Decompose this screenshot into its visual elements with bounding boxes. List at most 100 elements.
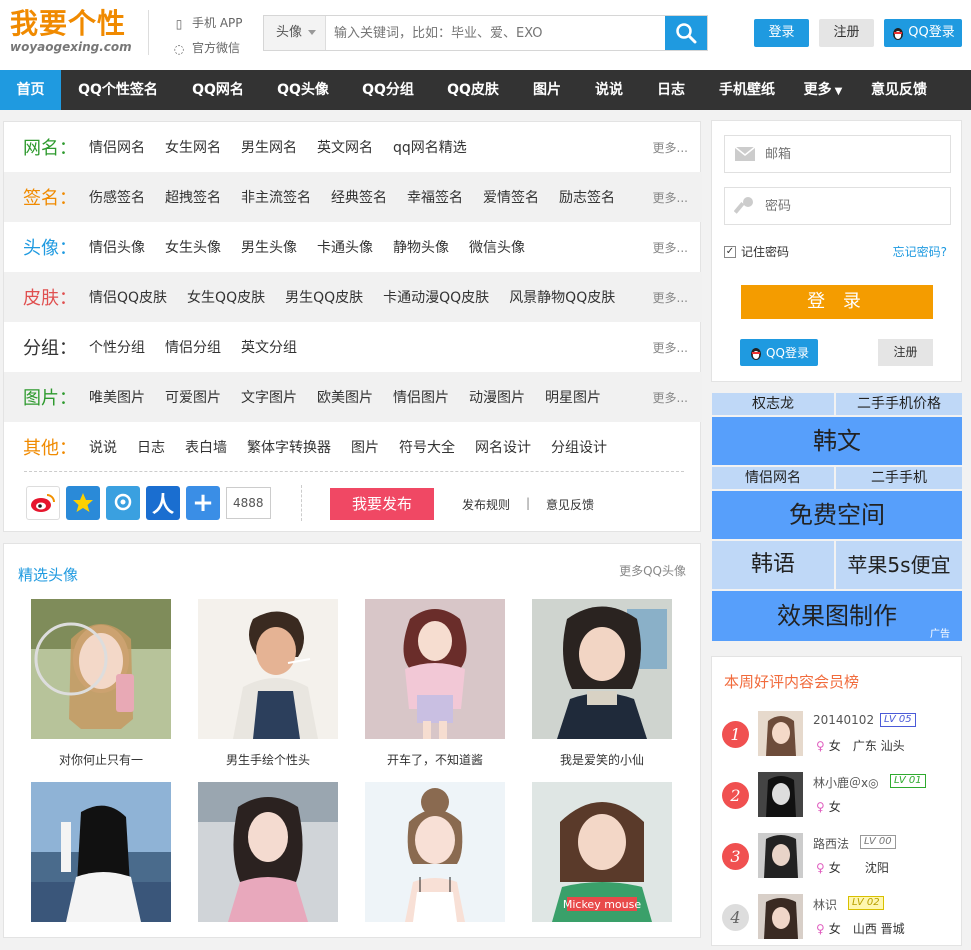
avatar-caption[interactable]: 开车了，不知道酱 xyxy=(351,751,519,768)
category-link[interactable]: 日志 xyxy=(137,437,165,457)
category-link[interactable]: 女生QQ皮肤 xyxy=(187,287,265,307)
category-link[interactable]: 情侣分组 xyxy=(165,337,221,357)
nav-wallpaper[interactable]: 手机壁纸 xyxy=(703,70,791,110)
category-link[interactable]: 唯美图片 xyxy=(89,387,145,407)
ad-banner[interactable]: 免费空间 xyxy=(712,491,962,539)
qzone-icon[interactable] xyxy=(66,486,100,520)
ad-link[interactable]: 韩语 xyxy=(712,541,834,589)
category-link[interactable]: qq网名精选 xyxy=(393,137,467,157)
nav-nickname[interactable]: QQ网名 xyxy=(175,70,261,110)
more-link[interactable]: 更多... xyxy=(653,389,688,406)
sidebar-register-button[interactable]: 注册 xyxy=(878,339,933,366)
forgot-password-link[interactable]: 忘记密码? xyxy=(893,243,947,260)
publish-rules-link[interactable]: 发布规则 xyxy=(462,496,510,513)
ad-banner[interactable]: 韩文 xyxy=(712,417,962,465)
category-link[interactable]: 微信头像 xyxy=(469,237,525,257)
avatar[interactable] xyxy=(758,711,803,756)
more-avatars-link[interactable]: 更多QQ头像 xyxy=(619,562,686,579)
remember-password-checkbox[interactable]: ✓ 记住密码 xyxy=(724,243,789,260)
sidebar-qq-login-button[interactable]: QQ登录 xyxy=(740,339,818,366)
category-link[interactable]: 图片 xyxy=(351,437,379,457)
category-link[interactable]: 男生头像 xyxy=(241,237,297,257)
member-name[interactable]: 20140102 xyxy=(813,713,874,727)
more-link[interactable]: 更多... xyxy=(653,339,688,356)
category-link[interactable]: 卡通头像 xyxy=(317,237,373,257)
ad-link[interactable]: 二手手机价格 xyxy=(836,393,962,415)
category-link[interactable]: 男生网名 xyxy=(241,137,297,157)
category-link[interactable]: 符号大全 xyxy=(399,437,455,457)
member-name[interactable]: 路西法 xyxy=(813,835,849,852)
plus-share-icon[interactable]: + xyxy=(186,486,220,520)
category-link[interactable]: 情侣头像 xyxy=(89,237,145,257)
avatar-caption[interactable]: 对你何止只有一 xyxy=(17,751,185,768)
category-link[interactable]: 情侣QQ皮肤 xyxy=(89,287,167,307)
category-link[interactable]: 男生QQ皮肤 xyxy=(285,287,363,307)
avatar-thumbnail[interactable] xyxy=(365,782,505,922)
ad-link[interactable]: 权志龙 xyxy=(712,393,834,415)
avatar-thumbnail[interactable] xyxy=(31,599,171,739)
ad-link[interactable]: 情侣网名 xyxy=(712,467,834,489)
nav-shuoshuo[interactable]: 说说 xyxy=(579,70,639,110)
more-link[interactable]: 更多... xyxy=(653,139,688,156)
category-link[interactable]: 情侣图片 xyxy=(393,387,449,407)
weibo-icon[interactable] xyxy=(26,486,60,520)
category-link[interactable]: 动漫图片 xyxy=(469,387,525,407)
more-link[interactable]: 更多... xyxy=(653,189,688,206)
sidebar-login-button[interactable]: 登 录 xyxy=(741,285,933,319)
ranking-item[interactable]: 4 林识 LV 02 ♀ 女 山西 晋城 xyxy=(712,894,963,950)
feedback-link[interactable]: 意见反馈 xyxy=(546,496,594,513)
nav-more[interactable]: 更多 ▼ xyxy=(791,70,855,110)
nav-avatar[interactable]: QQ头像 xyxy=(261,70,345,110)
avatar-thumbnail[interactable] xyxy=(532,599,672,739)
avatar[interactable] xyxy=(758,772,803,817)
ad-link[interactable]: 二手手机 xyxy=(836,467,962,489)
category-link[interactable]: 非主流签名 xyxy=(241,187,311,207)
avatar-caption[interactable]: 男生手绘个性头 xyxy=(184,751,352,768)
category-link[interactable]: 女生头像 xyxy=(165,237,221,257)
site-logo[interactable]: 我要个性 woyaogexing.com xyxy=(10,8,135,58)
category-link[interactable]: 超拽签名 xyxy=(165,187,221,207)
ranking-item[interactable]: 3 路西法 LV 00 ♀ 女 沈阳 xyxy=(712,833,963,889)
category-link[interactable]: 励志签名 xyxy=(559,187,615,207)
nav-skin[interactable]: QQ皮肤 xyxy=(431,70,515,110)
category-link[interactable]: 表白墙 xyxy=(185,437,227,457)
member-name[interactable]: 林小鹿＠x◎ xyxy=(813,774,879,791)
category-link[interactable]: 繁体字转换器 xyxy=(247,437,331,457)
avatar-thumbnail[interactable] xyxy=(198,782,338,922)
category-link[interactable]: 欧美图片 xyxy=(317,387,373,407)
email-input[interactable] xyxy=(765,146,935,162)
category-link[interactable]: 风景静物QQ皮肤 xyxy=(509,287,615,307)
renren-icon[interactable]: 人 xyxy=(146,486,180,520)
nav-feedback[interactable]: 意见反馈 xyxy=(855,70,943,110)
register-button[interactable]: 注册 xyxy=(819,19,874,47)
ad-link[interactable]: 苹果5s便宜 xyxy=(836,541,962,589)
mobile-app-link[interactable]: ▯ 手机 APP xyxy=(172,11,243,36)
avatar-thumbnail[interactable] xyxy=(198,599,338,739)
category-link[interactable]: 情侣网名 xyxy=(89,137,145,157)
category-link[interactable]: 分组设计 xyxy=(551,437,607,457)
nav-diary[interactable]: 日志 xyxy=(639,70,703,110)
nav-signature[interactable]: QQ个性签名 xyxy=(61,70,175,110)
qq-login-button[interactable]: QQ登录 xyxy=(884,19,962,47)
avatar-caption[interactable]: 我是爱笑的小仙 xyxy=(518,751,686,768)
more-link[interactable]: 更多... xyxy=(653,289,688,306)
avatar[interactable] xyxy=(758,894,803,939)
avatar-thumbnail[interactable]: Mickey mouse xyxy=(532,782,672,922)
category-link[interactable]: 爱情签名 xyxy=(483,187,539,207)
category-link[interactable]: 幸福签名 xyxy=(407,187,463,207)
category-link[interactable]: 英文网名 xyxy=(317,137,373,157)
category-link[interactable]: 说说 xyxy=(89,437,117,457)
category-link[interactable]: 网名设计 xyxy=(475,437,531,457)
wechat-link[interactable]: ◌ 官方微信 xyxy=(172,36,243,61)
category-link[interactable]: 文字图片 xyxy=(241,387,297,407)
category-link[interactable]: 静物头像 xyxy=(393,237,449,257)
search-type-select[interactable]: 头像 xyxy=(264,16,326,50)
category-link[interactable]: 经典签名 xyxy=(331,187,387,207)
category-link[interactable]: 个性分组 xyxy=(89,337,145,357)
search-input[interactable] xyxy=(334,22,654,44)
avatar[interactable] xyxy=(758,833,803,878)
search-button[interactable] xyxy=(665,16,707,50)
publish-button[interactable]: 我要发布 xyxy=(330,488,434,520)
ranking-item[interactable]: 1 20140102 LV 05 ♀ 女 广东 汕头 xyxy=(712,711,963,767)
category-link[interactable]: 女生网名 xyxy=(165,137,221,157)
